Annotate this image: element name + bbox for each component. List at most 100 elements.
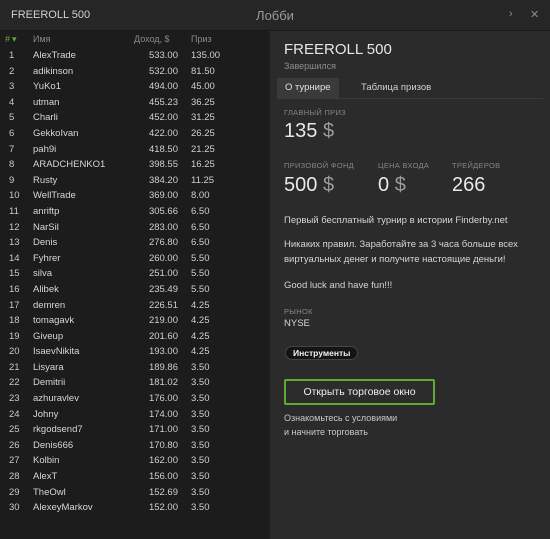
table-row[interactable]: 7 pah9i 418.50 21.25 [0, 142, 268, 158]
sort-icon[interactable]: # [5, 34, 10, 44]
row-name: adikinson [33, 65, 74, 77]
row-income: 305.66 [148, 205, 178, 217]
table-row[interactable]: 2 adikinson 532.00 81.50 [0, 64, 268, 80]
table-row[interactable]: 13 Denis 276.80 6.50 [0, 235, 268, 251]
table-row[interactable]: 24 Johny 174.00 3.50 [0, 407, 268, 423]
description-line-3: Good luck and have fun!!! [284, 280, 393, 291]
row-rank: 22 [9, 377, 20, 389]
table-row[interactable]: 15 silva 251.00 5.50 [0, 266, 268, 282]
row-prize: 135.00 [191, 50, 221, 61]
row-rank: 6 [9, 127, 15, 139]
table-row[interactable]: 18 tomagavk 219.00 4.25 [0, 313, 268, 329]
row-rank: 17 [9, 299, 20, 311]
table-row[interactable]: 5 Charli 452.00 31.25 [0, 110, 268, 126]
row-rank: 3 [9, 81, 15, 93]
table-row[interactable]: 30 AlexeyMarkov 152.00 3.50 [0, 500, 268, 516]
header-name[interactable]: Имя [33, 34, 51, 44]
row-name: Denis666 [33, 439, 74, 451]
row-income: 452.00 [148, 112, 178, 124]
prize-fund-value: 500 $ [284, 174, 334, 197]
row-name: Denis [33, 237, 58, 249]
table-row[interactable]: 11 anriftp 305.66 6.50 [0, 204, 268, 220]
row-rank: 4 [9, 96, 15, 108]
row-income: 170.80 [148, 439, 178, 451]
table-row[interactable]: 19 Giveup 201.60 4.25 [0, 329, 268, 345]
row-rank: 24 [9, 408, 20, 420]
row-name: AlexT [33, 471, 58, 483]
row-income: 455.23 [148, 96, 178, 108]
row-income: 156.00 [148, 471, 178, 483]
table-row[interactable]: 6 GekkoIvan 422.00 26.25 [0, 126, 268, 142]
row-income: 162.00 [148, 455, 178, 467]
table-row[interactable]: 21 Lisyara 189.86 3.50 [0, 360, 268, 376]
table-row[interactable]: 28 AlexT 156.00 3.50 [0, 469, 268, 485]
traders-value: 266 [452, 174, 486, 196]
row-rank: 12 [9, 221, 20, 233]
table-row[interactable]: 20 IsaevNikita 193.00 4.25 [0, 344, 268, 360]
chevron-right-icon[interactable]: › [509, 8, 513, 20]
row-income: 201.60 [148, 330, 178, 342]
table-row[interactable]: 16 Alibek 235.49 5.50 [0, 282, 268, 298]
currency-symbol: $ [394, 174, 406, 196]
table-header: # ▾ Имя Доход, $ Приз [0, 31, 268, 48]
row-prize: 81.50 [191, 65, 215, 77]
row-rank: 8 [9, 159, 15, 171]
row-name: ARADCHENKO1 [33, 159, 106, 171]
table-row[interactable]: 4 utman 455.23 36.25 [0, 95, 268, 111]
row-rank: 30 [9, 502, 20, 514]
entry-price-value: 0 $ [378, 174, 406, 197]
table-row[interactable]: 12 NarSil 283.00 6.50 [0, 220, 268, 236]
row-income: 532.00 [148, 65, 178, 77]
row-name: Johny [33, 408, 59, 420]
row-prize: 3.50 [191, 361, 210, 373]
row-name: anriftp [33, 205, 60, 217]
row-prize: 5.50 [191, 283, 210, 295]
open-trading-window-button[interactable]: Открыть торговое окно [284, 379, 435, 405]
currency-symbol: $ [322, 174, 335, 196]
row-rank: 25 [9, 424, 20, 436]
table-row[interactable]: 26 Denis666 170.80 3.50 [0, 438, 268, 454]
row-income: 369.00 [148, 190, 178, 202]
header-income[interactable]: Доход, $ [134, 34, 170, 44]
row-rank: 29 [9, 486, 20, 498]
row-prize: 16.25 [191, 159, 215, 171]
row-name: AlexeyMarkov [33, 502, 93, 514]
table-row[interactable]: 17 demren 226.51 4.25 [0, 298, 268, 314]
row-rank: 18 [9, 315, 20, 327]
row-rank: 28 [9, 471, 20, 483]
row-income: 226.51 [148, 299, 178, 311]
row-prize: 4.25 [191, 330, 210, 342]
table-row[interactable]: 8 ARADCHENKO1 398.55 16.25 [0, 157, 268, 173]
table-row[interactable]: 3 YuKo1 494.00 45.00 [0, 79, 268, 95]
row-income: 276.80 [148, 237, 178, 249]
table-body: 1 AlexTrade 533.00 135.00 2 adikinson 532.00 81… [0, 48, 268, 516]
title-bar: FREEROLL 500 Лобби › ✕ [0, 0, 550, 31]
row-name: demren [33, 299, 66, 311]
row-income: 152.00 [148, 502, 178, 514]
row-name: NarSil [33, 221, 59, 233]
row-income: 235.49 [148, 283, 178, 295]
tab-about[interactable]: О турнире [277, 78, 339, 98]
terms-note-line-2: и начните торговать [284, 427, 368, 437]
row-rank: 13 [9, 237, 20, 249]
header-prize[interactable]: Приз [191, 34, 212, 44]
table-row[interactable]: 29 TheOwl 152.69 3.50 [0, 485, 268, 501]
close-icon[interactable]: ✕ [530, 8, 539, 21]
tournament-panel: FREEROLL 500 Завершился О турнире Таблиц… [270, 31, 550, 539]
table-row[interactable]: 10 WellTrade 369.00 8.00 [0, 188, 268, 204]
terms-note: Ознакомьтесь с условиями и начните торго… [284, 411, 397, 439]
prize-fund-label: ПРИЗОВОЙ ФОНД [284, 161, 355, 170]
row-prize: 6.50 [191, 237, 210, 249]
table-row[interactable]: 14 Fyhrer 260.00 5.50 [0, 251, 268, 267]
sort-arrow-icon[interactable]: ▾ [12, 34, 17, 45]
table-row[interactable]: 1 AlexTrade 533.00 135.00 [0, 48, 268, 64]
row-rank: 1 [9, 50, 15, 61]
table-row[interactable]: 23 azhuravlev 176.00 3.50 [0, 391, 268, 407]
table-row[interactable]: 25 rkgodsend7 171.00 3.50 [0, 422, 268, 438]
tab-prize-table[interactable]: Таблица призов [353, 78, 439, 98]
table-row[interactable]: 27 Kolbin 162.00 3.50 [0, 453, 268, 469]
table-row[interactable]: 22 Demitrii 181.02 3.50 [0, 375, 268, 391]
table-row[interactable]: 9 Rusty 384.20 11.25 [0, 173, 268, 189]
instruments-button[interactable]: Инструменты [285, 346, 359, 360]
row-income: 193.00 [148, 346, 178, 358]
